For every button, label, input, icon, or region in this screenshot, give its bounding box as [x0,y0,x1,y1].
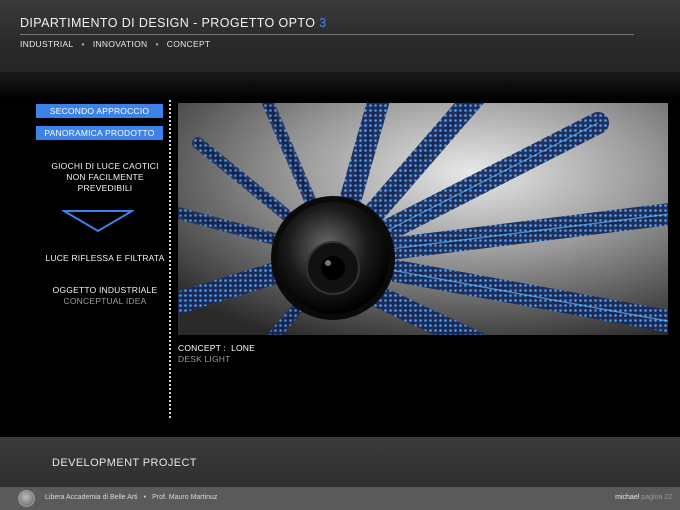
panoramica-prodotto-button[interactable]: PANORAMICA PRODOTTO [36,126,163,140]
header-shadow [0,72,680,100]
footer-professor: Prof. Mauro Martinuz [152,494,218,501]
footer-school: Libera Accademia di Belle Arti [45,494,138,501]
page-title-number: 3 [319,16,327,30]
footer-separator: • [143,494,147,501]
concept-label: CONCEPT : [178,343,226,353]
industrial-object-text: OGGETTO INDUSTRIALE CONCEPTUAL IDEA [20,285,190,307]
industrial-object-sub: CONCEPTUAL IDEA [63,296,147,306]
subnav-innovation: INNOVATION [92,39,148,49]
header [0,0,680,72]
subnav-industrial: INDUSTRIAL [20,39,74,49]
light-play-line-3: PREVEDIBILI [77,183,133,193]
subnav-concept: CONCEPT [166,39,211,49]
lamp-render-image [178,103,668,335]
industrial-object-main: OGGETTO INDUSTRIALE [52,285,158,295]
concept-caption: CONCEPT : LONE DESK LIGHT [178,343,255,365]
subnav-separator: • [155,39,159,49]
development-project-title: DEVELOPMENT PROJECT [52,457,197,469]
light-play-line-2: NON FACILMENTE [66,172,144,182]
footer-author-page: michael pagina 22 [615,494,672,501]
footer-author: michael [615,494,640,501]
subnav-separator: • [81,39,85,49]
dotted-divider [169,100,171,420]
page-title-main: DIPARTIMENTO DI DESIGN - PROGETTO OPTO [20,16,320,30]
subnav: INDUSTRIAL • INNOVATION • CONCEPT [20,39,210,49]
concept-name: LONE [231,343,256,353]
lamp-render-graphic [178,103,668,335]
light-play-text: GIOCHI DI LUCE CAOTICI NON FACILMENTE PR… [20,161,190,194]
secondo-approccio-button[interactable]: SECONDO APPROCCIO [36,104,163,118]
academy-seal-icon [18,490,35,507]
triangle-down-icon [62,210,134,233]
concept-subtitle: DESK LIGHT [178,354,231,364]
page-title: DIPARTIMENTO DI DESIGN - PROGETTO OPTO 3 [20,16,327,30]
header-rule [20,34,634,35]
footer-page-number: pagina 22 [641,494,672,501]
footer-credits: Libera Accademia di Belle Arti • Prof. Mau… [45,494,217,501]
light-play-line-1: GIOCHI DI LUCE CAOTICI [51,161,159,171]
reflected-light-text: LUCE RIFLESSA E FILTRATA [45,253,165,263]
